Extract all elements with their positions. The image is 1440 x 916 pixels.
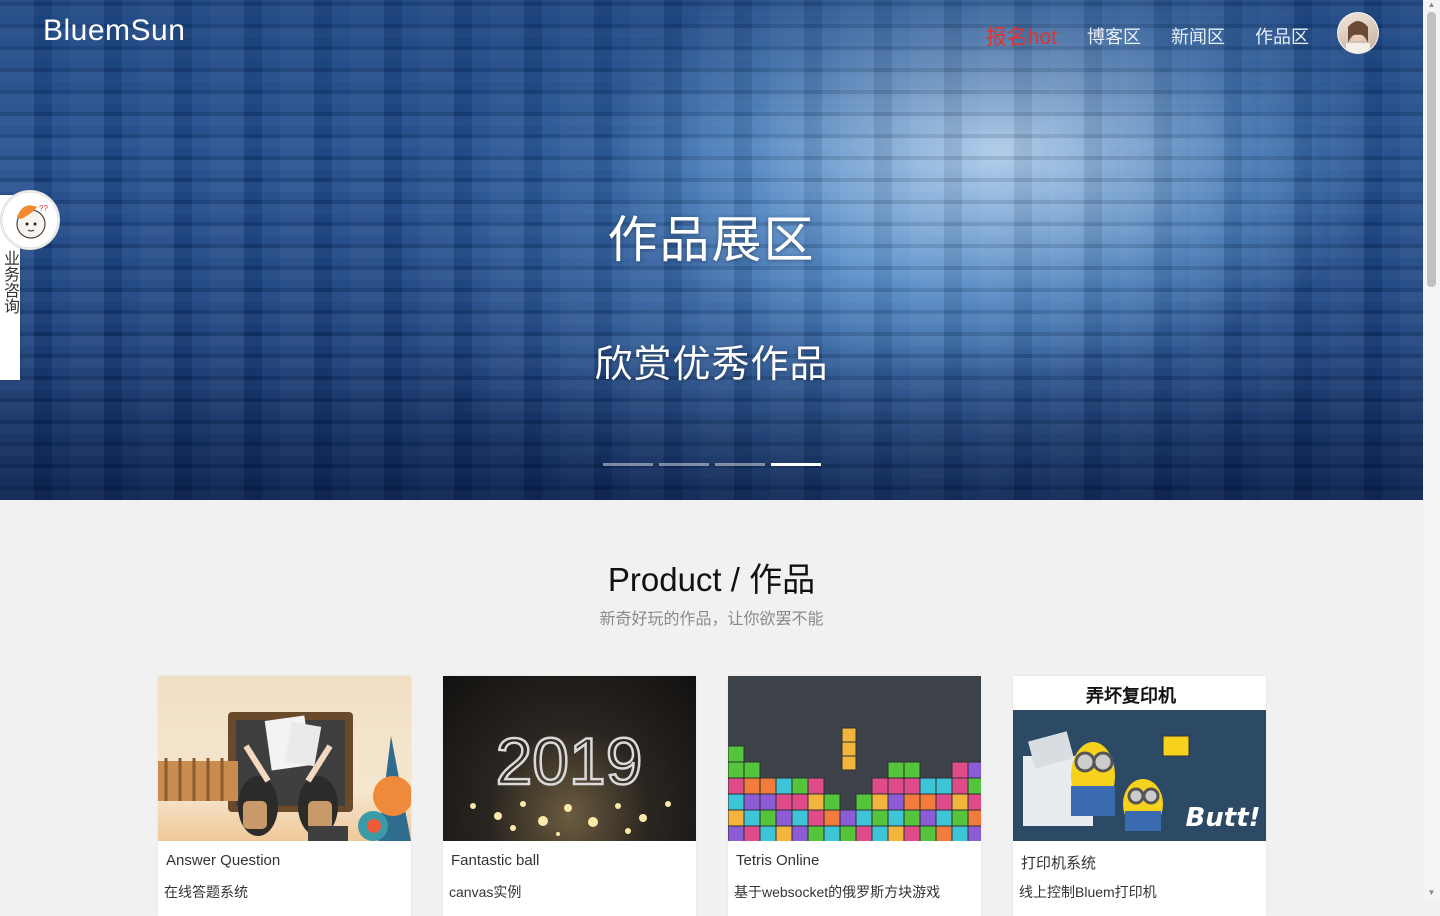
consult-mascot-icon[interactable]: ?? xyxy=(0,190,60,250)
page-scrollbar[interactable]: ▲ ▼ xyxy=(1423,0,1440,900)
consult-label[interactable]: 业务咨询 xyxy=(0,250,20,314)
carousel-dot-1[interactable] xyxy=(603,463,653,466)
nav-item-works[interactable]: 作品区 xyxy=(1255,23,1309,49)
carousel-indicators xyxy=(603,463,821,466)
hero-title: 作品展区 xyxy=(607,212,816,268)
section-title: Product / 作品 xyxy=(607,561,816,598)
product-thumbnail: 弄坏复印机 Butt! xyxy=(1013,676,1266,841)
scroll-up-arrow-icon[interactable]: ▲ xyxy=(1427,0,1436,10)
product-card[interactable]: Answer Question 在线答题系统 xyxy=(158,676,411,916)
product-card[interactable]: 弄坏复印机 Butt! 打印机系统 线上控制Bluem打印机 xyxy=(1013,676,1266,916)
carousel-dot-4[interactable] xyxy=(771,463,821,466)
nav-item-blog[interactable]: 博客区 xyxy=(1087,23,1141,49)
product-description: 在线答题系统 xyxy=(164,884,248,900)
image-year-text: 2019 xyxy=(496,724,643,798)
carousel-dot-2[interactable] xyxy=(659,463,709,466)
mascot-icon: ?? xyxy=(1,191,59,249)
image-title-text: 弄坏复印机 xyxy=(1086,685,1176,707)
brand-logo[interactable]: BluemSun xyxy=(43,14,185,48)
product-name: 打印机系统 xyxy=(1021,855,1097,872)
product-name: Fantastic ball xyxy=(451,852,540,869)
product-thumbnail xyxy=(728,676,981,841)
minions-printer-illustration-icon: 弄坏复印机 Butt! xyxy=(1013,676,1266,841)
product-description: 基于websocket的俄罗斯方块游戏 xyxy=(734,884,941,900)
product-card-list: Answer Question 在线答题系统 2019 Fantastic ba… xyxy=(158,676,1266,916)
product-name: Answer Question xyxy=(166,852,281,869)
scrollbar-thumb[interactable] xyxy=(1427,12,1436,287)
svg-text:??: ?? xyxy=(39,204,48,213)
product-description: 线上控制Bluem打印机 xyxy=(1019,884,1157,900)
nav-item-signup[interactable]: 报名hot xyxy=(986,21,1057,51)
year-lights-illustration-icon: 2019 xyxy=(470,723,671,836)
tetris-blocks-icon xyxy=(728,727,981,841)
product-description: canvas实例 xyxy=(449,884,522,900)
carousel-dot-3[interactable] xyxy=(715,463,765,466)
product-name: Tetris Online xyxy=(736,852,820,869)
hero-banner: BluemSun 报名hot 博客区 新闻区 作品区 作品展区 欣赏优秀作品 xyxy=(0,0,1423,500)
product-card[interactable]: 2019 Fantastic ball canvas实例 xyxy=(443,676,696,916)
product-thumbnail: 2019 xyxy=(443,676,696,841)
classroom-illustration-icon xyxy=(158,712,411,841)
top-nav: 报名hot 博客区 新闻区 作品区 xyxy=(956,12,1379,54)
user-avatar[interactable] xyxy=(1337,12,1379,54)
image-caption-text: Butt! xyxy=(1185,803,1260,833)
avatar-portrait-icon xyxy=(1346,21,1370,53)
hero-subtitle: 欣赏优秀作品 xyxy=(594,344,829,386)
scroll-down-arrow-icon[interactable]: ▼ xyxy=(1427,888,1436,898)
product-thumbnail xyxy=(158,676,411,841)
section-subtitle: 新奇好玩的作品，让你欲罢不能 xyxy=(599,611,824,628)
nav-item-news[interactable]: 新闻区 xyxy=(1171,23,1225,49)
product-card[interactable]: Tetris Online 基于websocket的俄罗斯方块游戏 xyxy=(728,676,981,916)
